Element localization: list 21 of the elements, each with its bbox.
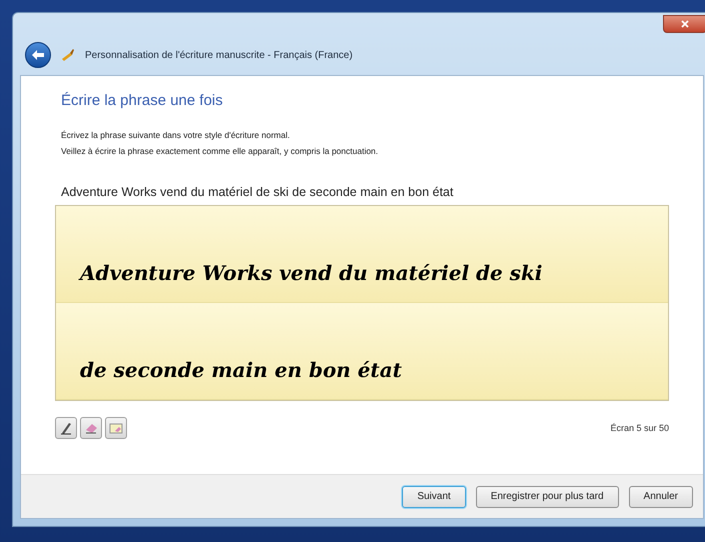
close-icon: [681, 20, 689, 28]
instruction-text: Veillez à écrire la phrase exactement comme elle apparaît, y compris la ponctuation.: [61, 144, 380, 158]
dialog-button[interactable]: Enregistrer pour plus tard: [476, 486, 619, 508]
dialog-button[interactable]: Suivant: [402, 486, 466, 508]
window-title: Personnalisation de l'écriture manuscrite - Français (France): [85, 48, 353, 62]
handwriting-pad[interactable]: Adventure Works vend du matériel de ski de seconde main en bon état: [55, 205, 669, 402]
eraser-icon: [84, 421, 98, 436]
sentence-label: Adventure Works vend du matériel de ski de seconde main en bon état: [61, 184, 454, 200]
back-button[interactable]: [25, 42, 51, 68]
screen-counter: Écran 5 sur 50: [610, 422, 669, 434]
pen-tablet-icon: [61, 48, 75, 62]
handwritten-ink: de seconde main en bon état: [80, 357, 402, 384]
page-heading: Écrire la phrase une fois: [61, 91, 224, 111]
back-arrow-icon: [31, 49, 45, 61]
ink-tool-button[interactable]: [55, 417, 77, 440]
handwritten-ink: Adventure Works vend du matériel de ski: [80, 260, 542, 288]
instruction-text: Écrivez la phrase suivante dans votre style d'écriture normal.: [61, 128, 291, 142]
close-button[interactable]: [663, 15, 705, 33]
pen-icon: [59, 421, 73, 436]
clear-ink-icon: [109, 421, 123, 436]
dialog-button[interactable]: Annuler: [628, 486, 693, 508]
